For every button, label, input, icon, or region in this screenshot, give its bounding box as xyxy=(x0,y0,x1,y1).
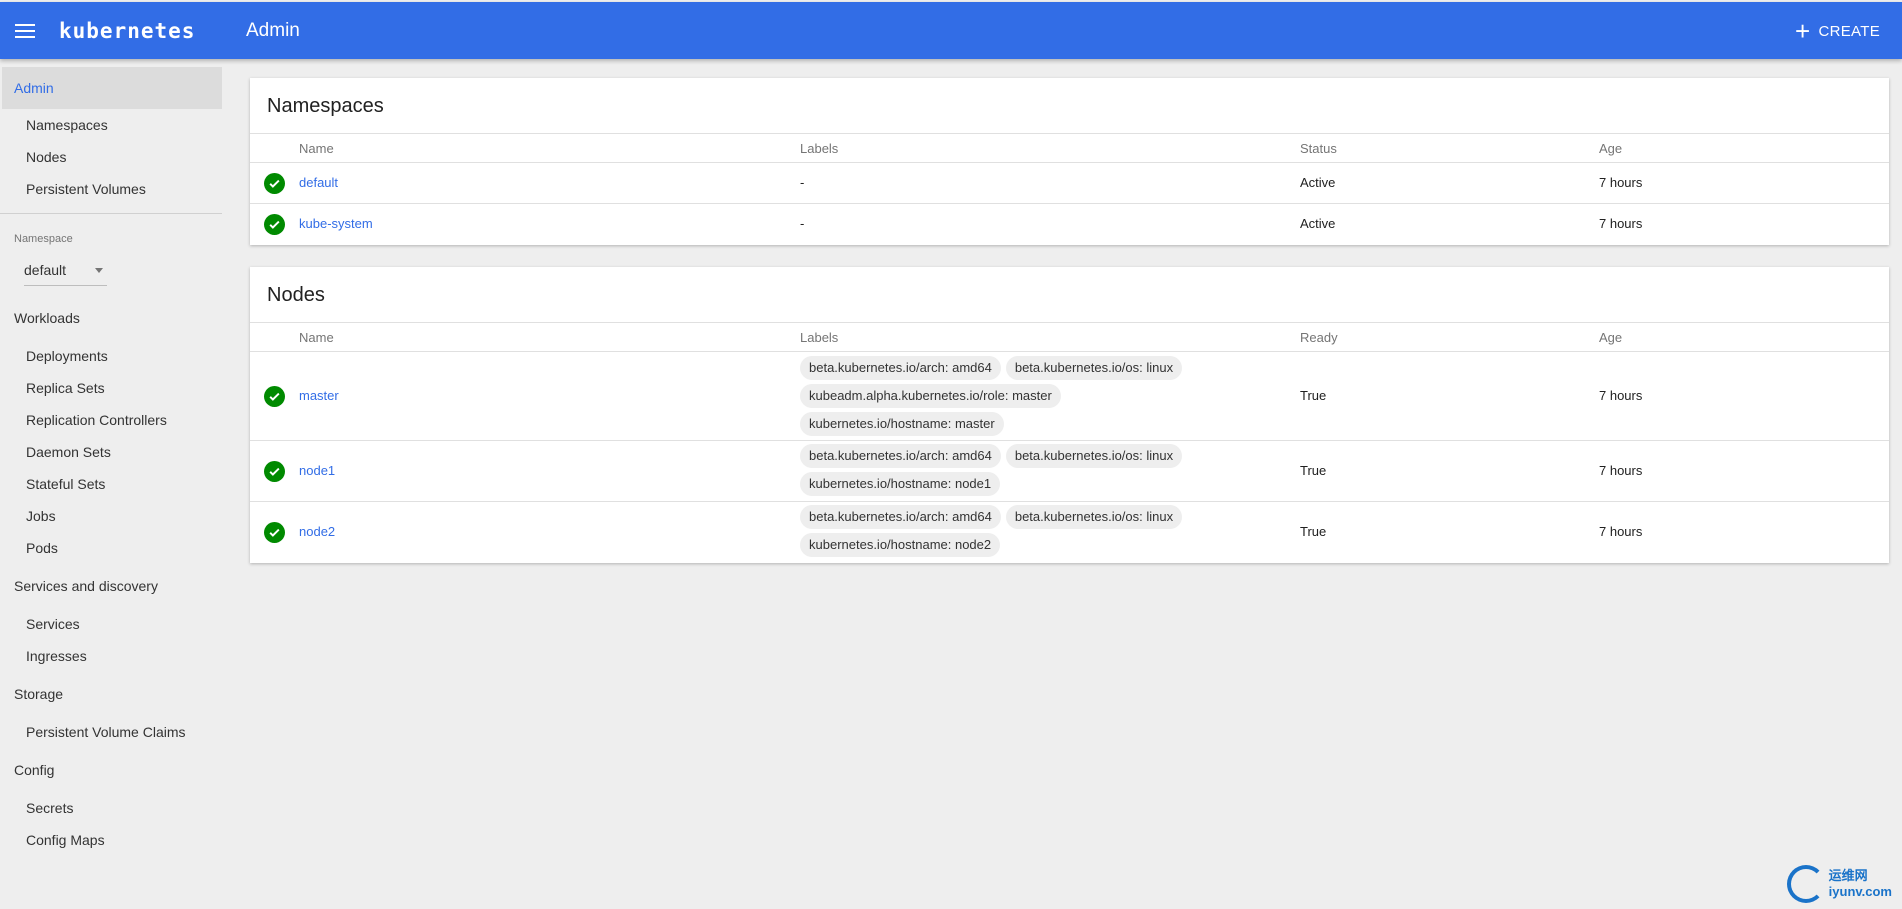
namespace-link[interactable]: kube-system xyxy=(299,216,373,231)
namespace-status: Active xyxy=(1300,216,1336,231)
namespaces-card: Namespaces Name Labels Status Age defaul… xyxy=(250,78,1889,245)
label-chip: beta.kubernetes.io/arch: amd64 xyxy=(800,505,1001,529)
label-chip: beta.kubernetes.io/os: linux xyxy=(1005,505,1183,529)
sidebar-item-namespaces[interactable]: Namespaces xyxy=(26,117,108,133)
sidebar-item-config-maps[interactable]: Config Maps xyxy=(26,832,105,848)
namespace-link[interactable]: default xyxy=(299,175,338,190)
label-chip: kubernetes.io/hostname: node2 xyxy=(800,533,1001,557)
menu-icon[interactable] xyxy=(13,19,37,43)
sidebar-item-pods[interactable]: Pods xyxy=(26,540,58,556)
plus-icon: + xyxy=(1794,16,1811,46)
sidebar-item-nodes[interactable]: Nodes xyxy=(26,149,66,165)
node-labels: beta.kubernetes.io/arch: amd64 beta.kuber… xyxy=(800,356,1250,440)
sidebar-item-deployments[interactable]: Deployments xyxy=(26,348,108,364)
sidebar-section-config[interactable]: Config xyxy=(14,762,54,778)
node-link[interactable]: master xyxy=(299,388,339,403)
check-circle-icon xyxy=(264,386,285,407)
table-row: node1 beta.kubernetes.io/arch: amd64 beta… xyxy=(250,441,1889,502)
sidebar-item-ingresses[interactable]: Ingresses xyxy=(26,648,87,664)
sidebar-section-workloads[interactable]: Workloads xyxy=(14,310,80,326)
column-header-labels: Labels xyxy=(800,141,839,156)
check-circle-icon xyxy=(264,173,285,194)
table-row: master beta.kubernetes.io/arch: amd64 bet… xyxy=(250,352,1889,441)
sidebar-item-replica-sets[interactable]: Replica Sets xyxy=(26,380,105,396)
node-ready: True xyxy=(1300,524,1327,539)
table-row: node2 beta.kubernetes.io/arch: amd64 beta… xyxy=(250,502,1889,563)
namespace-labels: - xyxy=(800,175,805,190)
sidebar-item-persistent-volumes[interactable]: Persistent Volumes xyxy=(26,181,146,197)
sidebar-item-secrets[interactable]: Secrets xyxy=(26,800,73,816)
sidebar-item-persistent-volume-claims[interactable]: Persistent Volume Claims xyxy=(26,724,186,740)
sidebar-section-storage[interactable]: Storage xyxy=(14,686,63,702)
page-title: Admin xyxy=(246,20,300,41)
column-header-status: Status xyxy=(1300,141,1337,156)
card-title: Namespaces xyxy=(250,78,1889,134)
node-age: 7 hours xyxy=(1599,388,1643,403)
column-header-name[interactable]: Name xyxy=(299,330,334,345)
table-row: kube-system - Active 7 hours xyxy=(250,204,1889,245)
watermark-logo-icon xyxy=(1786,865,1825,903)
column-header-age[interactable]: Age xyxy=(1599,330,1622,345)
namespace-age: 7 hours xyxy=(1599,216,1643,231)
app-logo[interactable]: kubernetes xyxy=(59,19,195,43)
sidebar-item-services[interactable]: Services xyxy=(26,616,80,632)
check-circle-icon xyxy=(264,522,285,543)
node-age: 7 hours xyxy=(1599,463,1643,478)
namespace-select[interactable]: default xyxy=(24,255,107,286)
watermark-line1: 运维网 xyxy=(1828,868,1868,883)
namespace-labels: - xyxy=(800,216,805,231)
namespace-status: Active xyxy=(1300,175,1336,190)
check-circle-icon xyxy=(264,214,285,235)
node-labels: beta.kubernetes.io/arch: amd64 beta.kuber… xyxy=(800,505,1250,561)
label-chip: beta.kubernetes.io/arch: amd64 xyxy=(800,444,1001,468)
column-header-name[interactable]: Name xyxy=(299,141,334,156)
table-row: default - Active 7 hours xyxy=(250,163,1889,204)
label-chip: beta.kubernetes.io/os: linux xyxy=(1005,444,1183,468)
sidebar: Admin Namespaces Nodes Persistent Volume… xyxy=(0,59,222,909)
label-chip: kubeadm.alpha.kubernetes.io/role: master xyxy=(800,384,1061,408)
node-link[interactable]: node2 xyxy=(299,524,335,539)
sidebar-item-stateful-sets[interactable]: Stateful Sets xyxy=(26,476,105,492)
node-labels: beta.kubernetes.io/arch: amd64 beta.kuber… xyxy=(800,444,1250,500)
sidebar-item-daemon-sets[interactable]: Daemon Sets xyxy=(26,444,111,460)
label-chip: kubernetes.io/hostname: node1 xyxy=(800,472,1001,496)
label-chip: beta.kubernetes.io/os: linux xyxy=(1005,356,1183,380)
label-chip: kubernetes.io/hostname: master xyxy=(800,412,1004,436)
sidebar-section-services[interactable]: Services and discovery xyxy=(14,578,158,594)
watermark-line2: iyunv.com xyxy=(1828,884,1892,899)
namespace-label: Namespace xyxy=(14,233,73,245)
namespace-age: 7 hours xyxy=(1599,175,1643,190)
sidebar-item-admin[interactable]: Admin xyxy=(2,67,222,109)
create-button-label: CREATE xyxy=(1818,22,1880,40)
node-link[interactable]: node1 xyxy=(299,463,335,478)
node-age: 7 hours xyxy=(1599,524,1643,539)
sidebar-item-jobs[interactable]: Jobs xyxy=(26,508,56,524)
label-chip: beta.kubernetes.io/arch: amd64 xyxy=(800,356,1001,380)
check-circle-icon xyxy=(264,461,285,482)
sidebar-item-replication-controllers[interactable]: Replication Controllers xyxy=(26,412,167,428)
node-ready: True xyxy=(1300,463,1327,478)
table-header: Name Labels Ready Age xyxy=(250,323,1889,352)
top-bar: kubernetes Admin + CREATE xyxy=(0,2,1902,59)
nodes-card: Nodes Name Labels Ready Age master beta.… xyxy=(250,267,1889,563)
column-header-age[interactable]: Age xyxy=(1599,141,1622,156)
column-header-labels: Labels xyxy=(800,330,839,345)
watermark: 运维网 iyunv.com xyxy=(1786,865,1892,903)
table-header: Name Labels Status Age xyxy=(250,134,1889,163)
create-button[interactable]: + CREATE xyxy=(1795,17,1880,45)
card-title: Nodes xyxy=(250,267,1889,323)
chevron-down-icon xyxy=(95,267,103,273)
sidebar-divider xyxy=(0,213,222,214)
namespace-value: default xyxy=(24,262,67,278)
node-ready: True xyxy=(1300,388,1327,403)
column-header-ready: Ready xyxy=(1300,330,1338,345)
